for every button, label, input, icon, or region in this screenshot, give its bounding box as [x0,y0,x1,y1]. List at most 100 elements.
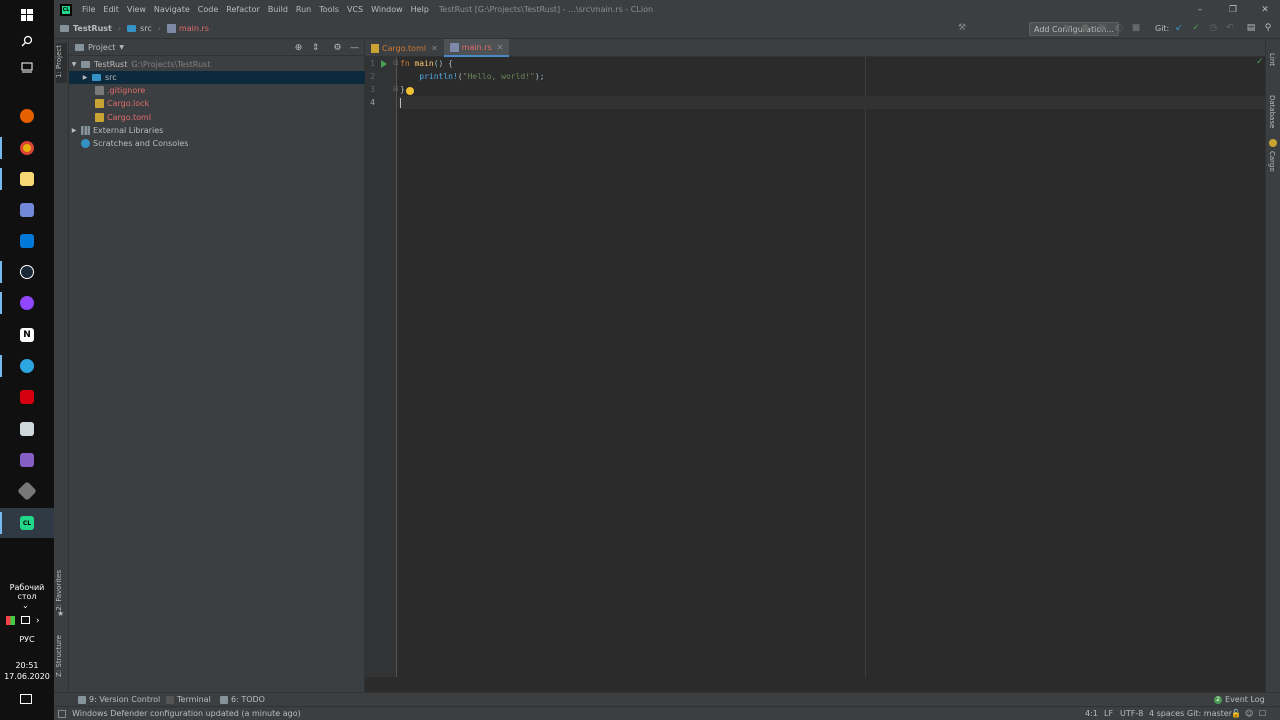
menu-refactor[interactable]: Refactor [222,5,264,14]
notifications-icon[interactable] [20,694,32,704]
terminal-tab[interactable]: Terminal [166,695,211,704]
chevron-down-icon[interactable]: ▼ [119,44,124,51]
menu-vcs[interactable]: VCS [343,5,367,14]
menu-run[interactable]: Run [292,5,315,14]
lock-icon[interactable]: 🔓 [1231,709,1241,718]
file-encoding[interactable]: UTF-8 [1120,709,1143,718]
code-text: ); [534,72,545,81]
locate-icon[interactable]: ⊕ [293,42,304,53]
firefox-button[interactable] [0,101,54,131]
project-structure-icon[interactable]: ▤ [1246,23,1256,33]
chevron-down-icon[interactable]: ⌄ [22,601,29,610]
favorites-tool-tab[interactable]: 2: Favorites [55,570,63,611]
history-icon[interactable]: ◷ [1208,23,1218,33]
project-tool-tab[interactable]: 1: Project [55,45,63,78]
menu-window[interactable]: Window [367,5,407,14]
menu-view[interactable]: View [123,5,150,14]
notion-button[interactable]: N [0,320,54,350]
project-view-selector[interactable]: Project [88,43,115,52]
status-message[interactable]: Windows Defender configuration updated (… [72,709,301,718]
tree-item-src[interactable]: ▶ src [69,71,365,84]
code-editor[interactable]: fn main() { println!("Hello, world!"); } [398,57,1265,677]
navigation-bar: TestRust › src › main.rs ⚒ Add Configura… [54,19,1280,39]
line-number: 3 [370,85,375,94]
tree-item-external-libraries[interactable]: ▶ External Libraries [69,124,365,137]
rollback-icon[interactable]: ↶ [1225,23,1235,33]
structure-tool-tab[interactable]: Z: Structure [55,635,63,677]
close-button[interactable]: ✕ [1250,0,1280,19]
inspector-icon[interactable]: ☺ [1245,709,1253,718]
inspection-ok-icon[interactable]: ✓ [1256,57,1264,67]
notifications-icon[interactable]: ☐ [1259,709,1266,718]
stop-icon[interactable]: ■ [1131,23,1141,33]
profile-icon[interactable]: ◐ [1114,23,1124,33]
debug-icon[interactable]: ● [1080,23,1090,33]
telegram-button[interactable] [0,351,54,381]
tool-button[interactable] [0,476,54,506]
run-gutter-icon[interactable] [381,60,387,68]
todo-tab[interactable]: 6: TODO [220,695,265,704]
hammer-icon[interactable]: ⚒ [957,23,967,33]
tree-item-cargo-lock[interactable]: Cargo.lock [69,97,365,110]
close-icon[interactable]: ✕ [431,44,438,53]
network-icon[interactable] [21,616,30,624]
menu-edit[interactable]: Edit [99,5,123,14]
desktop-label[interactable]: Рабочий стол [0,583,54,601]
chevron-right-icon[interactable]: › [36,616,40,626]
collapse-all-icon[interactable]: ⇕ [310,42,321,53]
steam-button[interactable] [0,257,54,287]
git-commit-icon[interactable]: ✓ [1191,23,1201,33]
hide-icon[interactable]: — [349,42,360,53]
app-button[interactable] [0,414,54,444]
tree-item-gitignore[interactable]: .gitignore [69,84,365,97]
menu-file[interactable]: File [78,5,99,14]
menu-navigate[interactable]: Navigate [150,5,194,14]
close-icon[interactable]: ✕ [497,43,504,52]
menu-help[interactable]: Help [407,5,433,14]
event-log-tab[interactable]: 2 Event Log [1214,695,1265,704]
run-icon[interactable]: ▶ [1063,23,1073,33]
maximize-button[interactable]: ❐ [1218,0,1248,19]
intention-bulb-icon[interactable] [406,87,414,95]
version-control-tab[interactable]: 9: Version Control [78,695,160,704]
editor-gutter[interactable]: 1 2 3 4 ⊟ ⊟ [365,57,399,677]
menu-code[interactable]: Code [194,5,222,14]
toggle-tool-windows-icon[interactable] [58,710,66,718]
tree-root[interactable]: ▼ TestRust G:\Projects\TestRust [69,58,365,71]
gear-icon[interactable]: ⚙ [332,42,343,53]
explorer-button[interactable] [0,164,54,194]
database-tool-tab[interactable]: Database [1268,95,1276,128]
coverage-icon[interactable]: ▣ [1097,23,1107,33]
clock[interactable]: 20:51 17.06.2020 [0,660,54,682]
breadcrumb-project[interactable]: TestRust [60,24,112,33]
breadcrumb-folder[interactable]: src [127,24,152,33]
cargo-tool-tab[interactable]: Cargo [1268,151,1276,172]
acrobat-button[interactable] [0,382,54,412]
tab-cargo-toml[interactable]: Cargo.toml ✕ [365,39,444,57]
discord-button[interactable] [0,195,54,225]
lint-tool-tab[interactable]: Lint [1268,53,1276,66]
task-view-button[interactable] [0,52,54,82]
caret-position[interactable]: 4:1 [1085,709,1098,718]
tray-app-icon[interactable] [6,616,15,625]
tab-main-rs[interactable]: main.rs ✕ [443,39,510,57]
git-branch[interactable]: Git: master [1187,709,1232,718]
twitch-button[interactable] [0,288,54,318]
vscode-button[interactable] [0,226,54,256]
tree-item-scratches[interactable]: Scratches and Consoles [69,137,365,150]
line-separator[interactable]: LF [1104,709,1113,718]
tree-item-cargo-toml[interactable]: Cargo.toml [69,111,365,124]
menu-tools[interactable]: Tools [315,5,343,14]
git-update-icon[interactable]: ↙ [1174,23,1184,33]
breadcrumb-file[interactable]: main.rs [166,24,209,33]
chrome-button[interactable] [0,133,54,163]
language-indicator[interactable]: РУС [0,635,54,644]
minimize-button[interactable]: – [1185,0,1215,19]
visual-studio-button[interactable] [0,445,54,475]
breadcrumb-separator: › [117,24,122,33]
indent-setting[interactable]: 4 spaces [1149,709,1184,718]
menu-build[interactable]: Build [264,5,292,14]
search-everywhere-icon[interactable]: ⚲ [1263,23,1273,33]
clion-button[interactable]: CL [0,508,54,538]
